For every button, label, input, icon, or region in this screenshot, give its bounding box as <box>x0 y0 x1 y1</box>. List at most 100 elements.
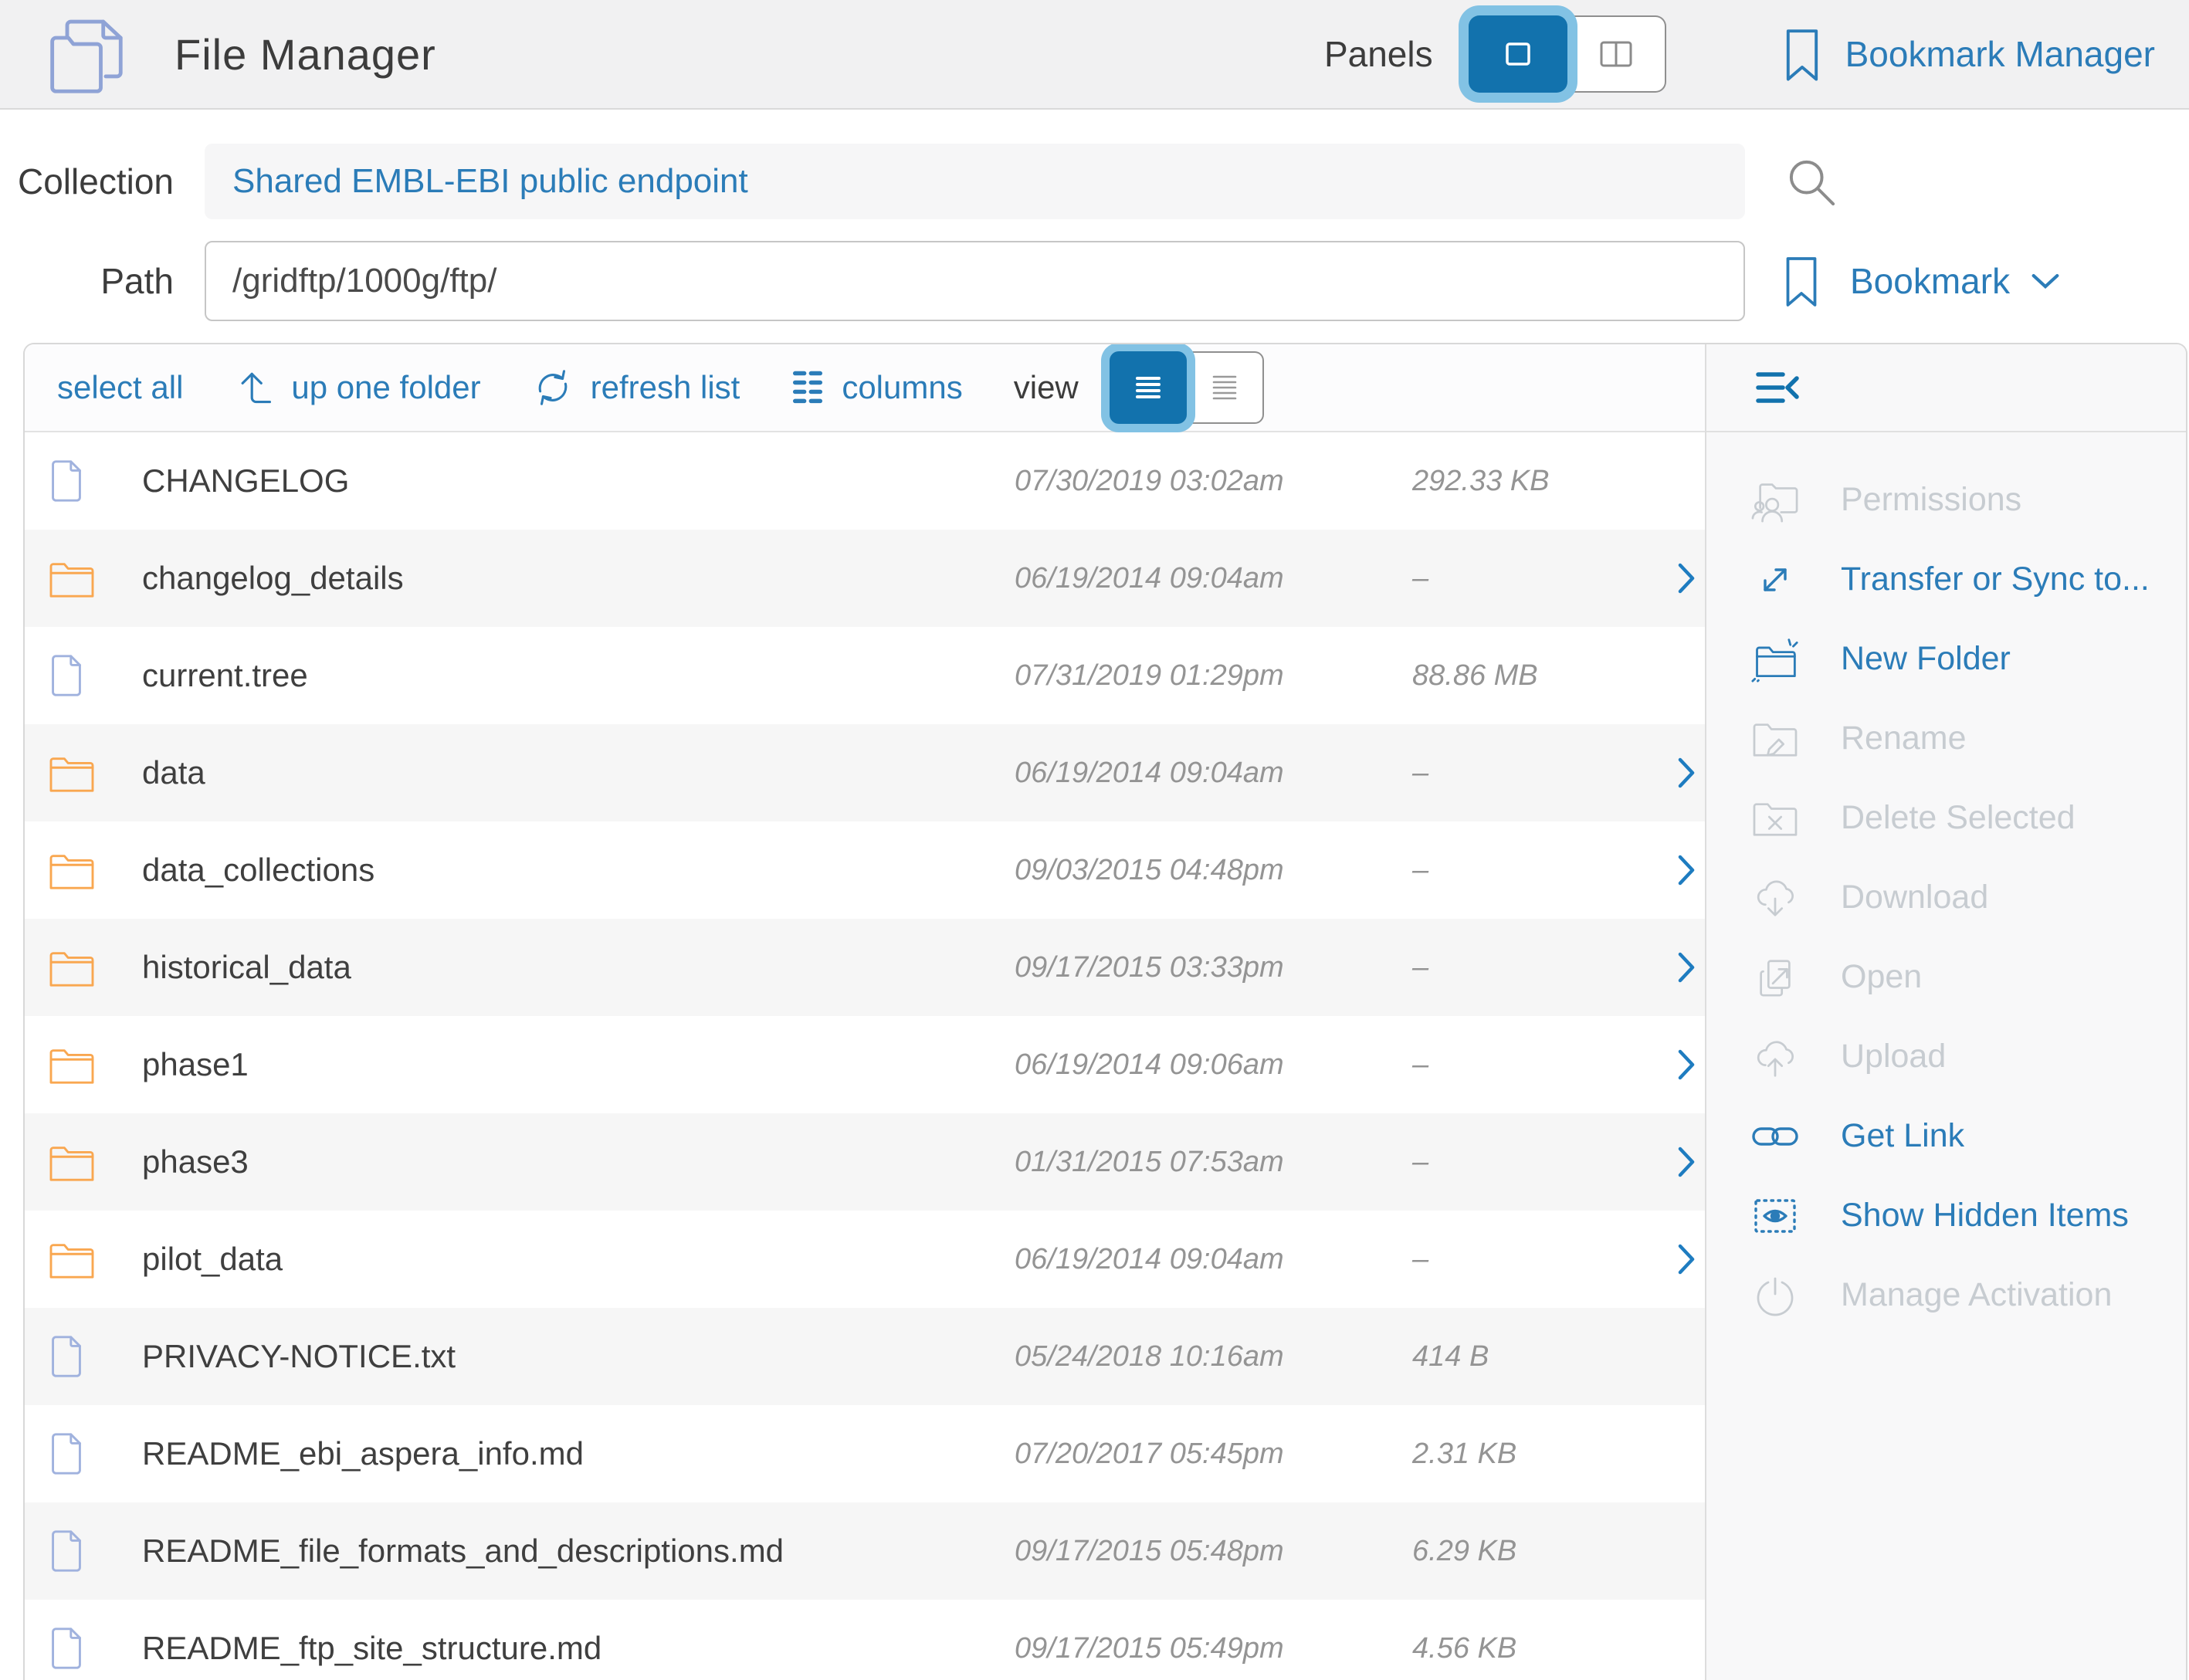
collection-label: Collection <box>0 161 174 202</box>
file-size: 6.29 KB <box>1412 1535 1676 1568</box>
show-hidden-icon <box>1750 1197 1801 1235</box>
file-list: CHANGELOG 07/30/2019 03:02am 292.33 KB c… <box>25 432 1705 1680</box>
dual-panel-button[interactable] <box>1567 15 1666 93</box>
file-size: – <box>1412 1243 1676 1276</box>
file-icon <box>48 652 85 699</box>
chevron-right-icon <box>1676 464 1705 498</box>
folder-icon <box>48 557 96 599</box>
view-label: view <box>1014 369 1079 406</box>
chevron-right-icon[interactable] <box>1676 1242 1705 1276</box>
chevron-down-icon <box>2030 270 2061 292</box>
upload-icon <box>1750 1035 1801 1079</box>
file-row[interactable]: data 06/19/2014 09:04am – <box>25 724 1705 821</box>
get-link-icon <box>1750 1120 1801 1153</box>
list-view-button[interactable] <box>1110 351 1187 424</box>
action-label: Manage Activation <box>1841 1276 2112 1314</box>
file-name: changelog_details <box>120 560 1015 597</box>
file-row[interactable]: CHANGELOG 07/30/2019 03:02am 292.33 KB <box>25 432 1705 530</box>
action-manage-activation: Manage Activation <box>1706 1255 2186 1335</box>
file-size: – <box>1412 1146 1676 1179</box>
file-row[interactable]: data_collections 09/03/2015 04:48pm – <box>25 821 1705 919</box>
action-label: Open <box>1841 958 1922 996</box>
file-size: – <box>1412 854 1676 887</box>
action-label: Delete Selected <box>1841 799 2075 837</box>
file-size: 292.33 KB <box>1412 465 1676 498</box>
file-modified-date: 07/30/2019 03:02am <box>1015 465 1412 498</box>
chevron-right-icon[interactable] <box>1676 1145 1705 1179</box>
file-icon <box>48 457 85 505</box>
file-modified-date: 09/17/2015 05:48pm <box>1015 1535 1412 1568</box>
file-row[interactable]: README_ftp_site_structure.md 09/17/2015 … <box>25 1600 1705 1680</box>
action-download: Download <box>1706 858 2186 937</box>
sidebar-header <box>1706 344 2186 432</box>
bookmark-manager-link[interactable]: Bookmark Manager <box>1845 33 2155 75</box>
folder-icon <box>48 752 96 794</box>
up-one-folder-button[interactable]: up one folder <box>234 368 480 408</box>
file-icon <box>48 1333 85 1380</box>
path-label: Path <box>0 260 174 302</box>
file-name: PRIVACY-NOTICE.txt <box>120 1338 1015 1375</box>
panels-label: Panels <box>1324 33 1433 75</box>
page-title: File Manager <box>175 29 436 80</box>
file-size: 4.56 KB <box>1412 1632 1676 1665</box>
file-row[interactable]: current.tree 07/31/2019 01:29pm 88.86 MB <box>25 627 1705 724</box>
action-label: Rename <box>1841 720 1967 757</box>
action-new-folder[interactable]: New Folder <box>1706 619 2186 699</box>
collection-field[interactable]: Shared EMBL-EBI public endpoint <box>205 144 1745 219</box>
app-header: File Manager Panels Bookmark Manager <box>0 0 2189 110</box>
file-row[interactable]: README_ebi_aspera_info.md 07/20/2017 05:… <box>25 1405 1705 1502</box>
file-size: – <box>1412 1048 1676 1082</box>
action-label: Show Hidden Items <box>1841 1197 2129 1235</box>
file-name: phase1 <box>120 1046 1015 1083</box>
refresh-list-button[interactable]: refresh list <box>532 367 740 408</box>
action-delete: Delete Selected <box>1706 778 2186 858</box>
file-row[interactable]: historical_data 09/17/2015 03:33pm – <box>25 919 1705 1016</box>
folder-icon <box>48 947 96 988</box>
header-right: Panels Bookmark Manager <box>1324 15 2155 93</box>
file-row[interactable]: PRIVACY-NOTICE.txt 05/24/2018 10:16am 41… <box>25 1308 1705 1405</box>
bookmark-dropdown[interactable]: Bookmark <box>1782 255 2061 307</box>
select-all-button[interactable]: select all <box>57 369 183 406</box>
action-label: Upload <box>1841 1038 1946 1075</box>
folder-icon <box>48 849 96 891</box>
single-panel-button[interactable] <box>1469 15 1567 93</box>
action-label: Download <box>1841 879 1988 916</box>
collapse-sidebar-icon[interactable] <box>1754 368 1802 407</box>
collection-value: Shared EMBL-EBI public endpoint <box>232 162 748 201</box>
file-icon <box>48 1527 85 1575</box>
file-modified-date: 06/19/2014 09:04am <box>1015 757 1412 790</box>
chevron-right-icon[interactable] <box>1676 756 1705 790</box>
file-row[interactable]: phase3 01/31/2015 07:53am – <box>25 1113 1705 1211</box>
folder-icon <box>48 1141 96 1183</box>
manage-activation-icon <box>1750 1274 1801 1317</box>
detail-view-button[interactable] <box>1187 351 1264 424</box>
file-row[interactable]: README_file_formats_and_descriptions.md … <box>25 1502 1705 1600</box>
file-icon <box>48 1624 85 1672</box>
chevron-right-icon[interactable] <box>1676 561 1705 595</box>
path-row: Path Bookmark <box>0 241 2189 321</box>
detail-view-icon <box>1208 372 1242 403</box>
file-row[interactable]: phase1 06/19/2014 09:06am – <box>25 1016 1705 1113</box>
action-transfer[interactable]: Transfer or Sync to... <box>1706 540 2186 619</box>
file-list-panel: select all up one folder refresh list co… <box>25 344 1706 1680</box>
search-icon[interactable] <box>1782 153 1839 210</box>
collection-row: Collection Shared EMBL-EBI public endpoi… <box>0 144 2189 219</box>
file-row[interactable]: pilot_data 06/19/2014 09:04am – <box>25 1211 1705 1308</box>
file-size: 414 B <box>1412 1340 1676 1373</box>
transfer-icon <box>1750 558 1801 601</box>
columns-icon <box>791 368 825 407</box>
file-row[interactable]: changelog_details 06/19/2014 09:04am – <box>25 530 1705 627</box>
columns-button[interactable]: columns <box>791 368 962 407</box>
action-rename: Rename <box>1706 699 2186 778</box>
file-name: data_collections <box>120 852 1015 889</box>
chevron-right-icon[interactable] <box>1676 853 1705 887</box>
file-modified-date: 06/19/2014 09:04am <box>1015 1243 1412 1276</box>
file-modified-date: 07/20/2017 05:45pm <box>1015 1438 1412 1471</box>
chevron-right-icon[interactable] <box>1676 950 1705 984</box>
action-show-hidden[interactable]: Show Hidden Items <box>1706 1176 2186 1255</box>
action-label: Permissions <box>1841 481 2021 519</box>
action-open: Open <box>1706 937 2186 1017</box>
chevron-right-icon[interactable] <box>1676 1048 1705 1082</box>
path-input[interactable] <box>205 241 1745 321</box>
action-get-link[interactable]: Get Link <box>1706 1096 2186 1176</box>
